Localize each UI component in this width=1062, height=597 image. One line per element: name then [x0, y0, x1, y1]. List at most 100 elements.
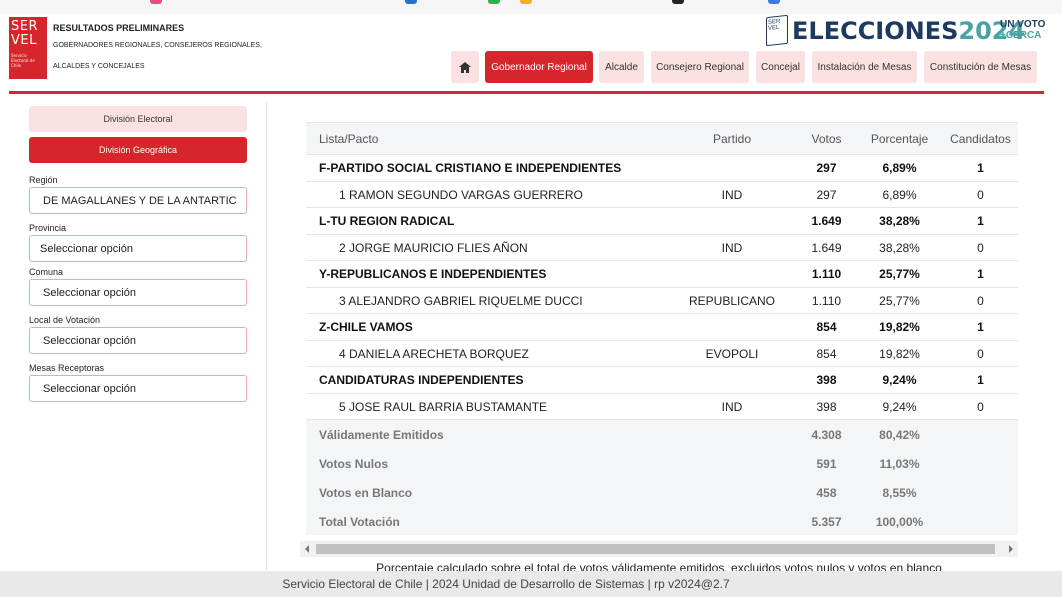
summary-label: Válidamente Emitidos	[319, 427, 444, 442]
comuna-select[interactable]: Seleccionar opción	[29, 279, 247, 306]
page-subtitle-line1: GOBERNADORES REGIONALES, CONSEJEROS REGI…	[53, 42, 262, 49]
pact-row: Y-REPUBLICANOS E INDEPENDIENTES 1.110 25,7…	[306, 261, 1018, 288]
logo-small-text: Servicio Electoral de Chile	[11, 53, 35, 68]
nav-tab-alcalde[interactable]: Alcalde	[599, 51, 644, 83]
col-header-candidatos[interactable]: Candidatos	[936, 123, 1018, 154]
table-horizontal-scrollbar[interactable]	[300, 541, 1018, 557]
candidates-cell: 0	[977, 346, 984, 361]
candidates-cell: 1	[977, 161, 984, 175]
summary-label: Votos Nulos	[319, 456, 389, 471]
scroll-right-icon[interactable]	[1009, 545, 1013, 553]
division-geografica-button[interactable]: División Geográfica	[29, 137, 247, 163]
nav-tab-consejero-regional[interactable]: Consejero Regional	[651, 51, 749, 83]
votes-cell: 1.649	[811, 214, 842, 228]
servel-logo[interactable]: SER VEL Servicio Electoral de Chile	[9, 17, 47, 79]
brand-wordmark: ELECCIONES2024	[792, 16, 1025, 46]
home-icon	[459, 61, 471, 73]
logo-line-1: SER	[11, 19, 38, 34]
summary-row: Total Votación 5.357 100,00%	[306, 507, 1018, 535]
percentage-cell: 9,24%	[882, 373, 917, 387]
summary-votes: 591	[816, 456, 837, 471]
percentage-cell: 38,28%	[879, 240, 920, 255]
candidate-name: 2 JORGE MAURICIO FLIES AÑON	[339, 240, 528, 255]
candidate-row: 3 ALEJANDRO GABRIEL RIQUELME DUCCI REPUBL…	[306, 288, 1018, 314]
pact-row: CANDIDATURAS INDEPENDIENTES 398 9,24% 1	[306, 367, 1018, 394]
votes-cell: 297	[816, 161, 837, 175]
votes-cell: 398	[816, 399, 837, 414]
summary-percentage: 100,00%	[875, 514, 924, 529]
provincia-select[interactable]: Seleccionar opción	[29, 235, 247, 262]
candidates-cell: 0	[977, 293, 984, 308]
local-de-votacion-select[interactable]: Seleccionar opción	[29, 327, 247, 354]
nav-tab-instalacion-de-mesas[interactable]: Instalación de Mesas	[812, 51, 917, 83]
browser-tab-icon[interactable]	[520, 0, 532, 4]
nav-home-button[interactable]	[451, 51, 479, 83]
page-footer: Servicio Electoral de Chile | 2024 Unida…	[0, 571, 1062, 597]
percentage-cell: 19,82%	[879, 346, 920, 361]
nav-tab-label: Alcalde	[605, 61, 638, 73]
mesas-receptoras-label: Mesas Receptoras	[29, 363, 105, 373]
pact-row: F-PARTIDO SOCIAL CRISTIANO E INDEPENDIEN…	[306, 155, 1018, 182]
candidate-name: 4 DANIELA ARECHETA BORQUEZ	[339, 346, 529, 361]
candidates-cell: 0	[977, 399, 984, 414]
col-header-porcentaje[interactable]: Porcentaje	[859, 123, 940, 154]
comuna-label: Comuna	[29, 267, 64, 277]
summary-label: Total Votación	[319, 514, 400, 529]
candidates-cell: 1	[977, 267, 984, 281]
candidate-name: 1 RAMON SEGUNDO VARGAS GUERRERO	[339, 187, 583, 202]
votes-cell: 1.649	[811, 240, 842, 255]
browser-tab-icon[interactable]	[768, 0, 780, 4]
page-subtitle-line2: ALCALDES Y CONCEJALES	[53, 63, 145, 70]
summary-votes: 4.308	[811, 427, 842, 442]
local-de-votacion-label: Local de Votación	[29, 315, 101, 325]
votes-cell: 1.110	[811, 267, 842, 281]
division-electoral-button[interactable]: División Electoral	[29, 106, 247, 132]
summary-percentage: 11,03%	[879, 456, 920, 471]
nav-tab-label: Constitución de Mesas	[929, 61, 1032, 73]
pact-name: F-PARTIDO SOCIAL CRISTIANO E INDEPENDIEN…	[319, 161, 622, 175]
nav-tab-constitucion-de-mesas[interactable]: Constitución de Mesas	[924, 51, 1037, 83]
votes-cell: 398	[816, 373, 837, 387]
votes-cell: 854	[816, 320, 837, 334]
summary-percentage: 80,42%	[879, 427, 920, 442]
candidates-cell: 1	[977, 373, 984, 387]
browser-tab-icon[interactable]	[672, 0, 684, 4]
logo-line-2: VEL	[11, 33, 37, 48]
summary-votes: 458	[816, 485, 837, 500]
col-header-lista-pacto[interactable]: Lista/Pacto	[319, 123, 378, 154]
header-divider	[9, 91, 1044, 94]
nav-tab-gobernador-regional[interactable]: Gobernador Regional	[485, 51, 593, 83]
candidate-name: 3 ALEJANDRO GABRIEL RIQUELME DUCCI	[339, 293, 583, 308]
browser-tab-icon[interactable]	[488, 0, 500, 4]
nav-tab-concejal[interactable]: Concejal	[756, 51, 805, 83]
nav-tab-label: Consejero Regional	[656, 61, 744, 73]
browser-tab-icon[interactable]	[150, 0, 162, 4]
region-select[interactable]: DE MAGALLANES Y DE LA ANTARTIC	[29, 187, 247, 214]
nav-tab-label: Concejal	[761, 61, 800, 73]
scrollbar-thumb[interactable]	[316, 544, 995, 554]
results-table: Lista/Pacto Partido Votos Porcentaje Can…	[306, 122, 1018, 535]
candidate-row: 5 JOSE RAUL BARRIA BUSTAMANTE IND 398 9,24%…	[306, 394, 1018, 420]
percentage-cell: 25,77%	[879, 267, 920, 281]
summary-row: Votos en Blanco 458 8,55%	[306, 478, 1018, 507]
pact-name: L-TU REGION RADICAL	[319, 214, 455, 228]
summary-row: Válidamente Emitidos 4.308 80,42%	[306, 420, 1018, 449]
candidate-row: 2 JORGE MAURICIO FLIES AÑON IND 1.649 38,28…	[306, 235, 1018, 261]
summary-row: Votos Nulos 591 11,03%	[306, 449, 1018, 478]
candidates-cell: 1	[977, 214, 984, 228]
percentage-cell: 6,89%	[882, 161, 917, 175]
brand-tagline: UN VOTO +CERCA	[1000, 19, 1045, 41]
votes-cell: 854	[816, 346, 837, 361]
pact-name: Z-CHILE VAMOS	[319, 320, 413, 334]
candidate-row: 4 DANIELA ARECHETA BORQUEZ EVOPOLI 854 19,8…	[306, 341, 1018, 367]
browser-tab-icon[interactable]	[405, 0, 417, 4]
pact-name: CANDIDATURAS INDEPENDIENTES	[319, 373, 524, 387]
candidate-row: 1 RAMON SEGUNDO VARGAS GUERRERO IND 297 6,8…	[306, 182, 1018, 208]
col-header-votos[interactable]: Votos	[790, 123, 863, 154]
elecciones-brand: SER VEL ELECCIONES2024 UN VOTO +CERCA	[766, 14, 1052, 47]
scroll-left-icon[interactable]	[305, 545, 309, 553]
mesas-receptoras-select[interactable]: Seleccionar opción	[29, 375, 247, 402]
votes-cell: 297	[816, 187, 837, 202]
candidates-cell: 0	[977, 187, 984, 202]
percentage-cell: 9,24%	[882, 399, 917, 414]
